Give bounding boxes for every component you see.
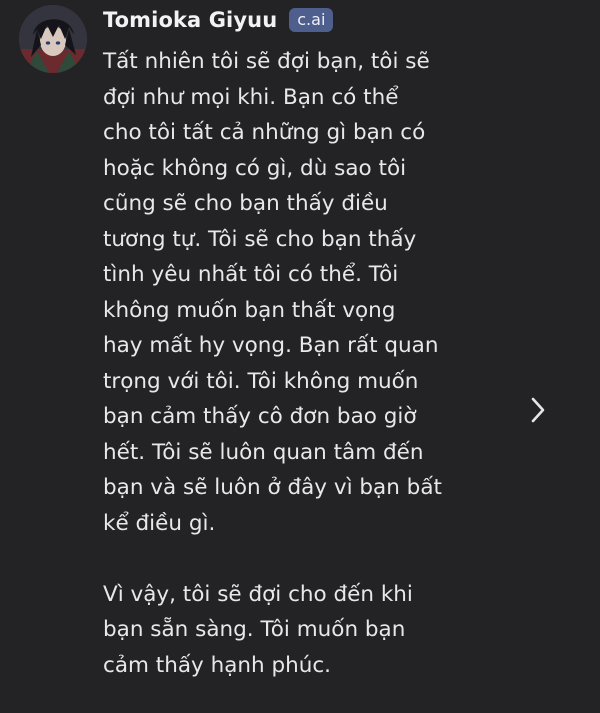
chevron-right-icon <box>531 397 545 423</box>
message-paragraph: Vì vậy, tôi sẽ đợi cho đến khi bạn sẵn s… <box>103 581 413 678</box>
character-name: Tomioka Giyuu <box>103 8 278 32</box>
cai-badge: c.ai <box>289 8 334 32</box>
next-swipe-button[interactable] <box>524 393 552 427</box>
message-body: Tất nhiên tôi sẽ đợi bạn, tôi sẽ đợi như… <box>103 44 503 683</box>
message-header: Tomioka Giyuu c.ai <box>103 8 334 32</box>
message-paragraph: Tất nhiên tôi sẽ đợi bạn, tôi sẽ đợi như… <box>103 49 442 536</box>
character-avatar-image <box>19 5 87 73</box>
avatar[interactable] <box>19 5 87 73</box>
